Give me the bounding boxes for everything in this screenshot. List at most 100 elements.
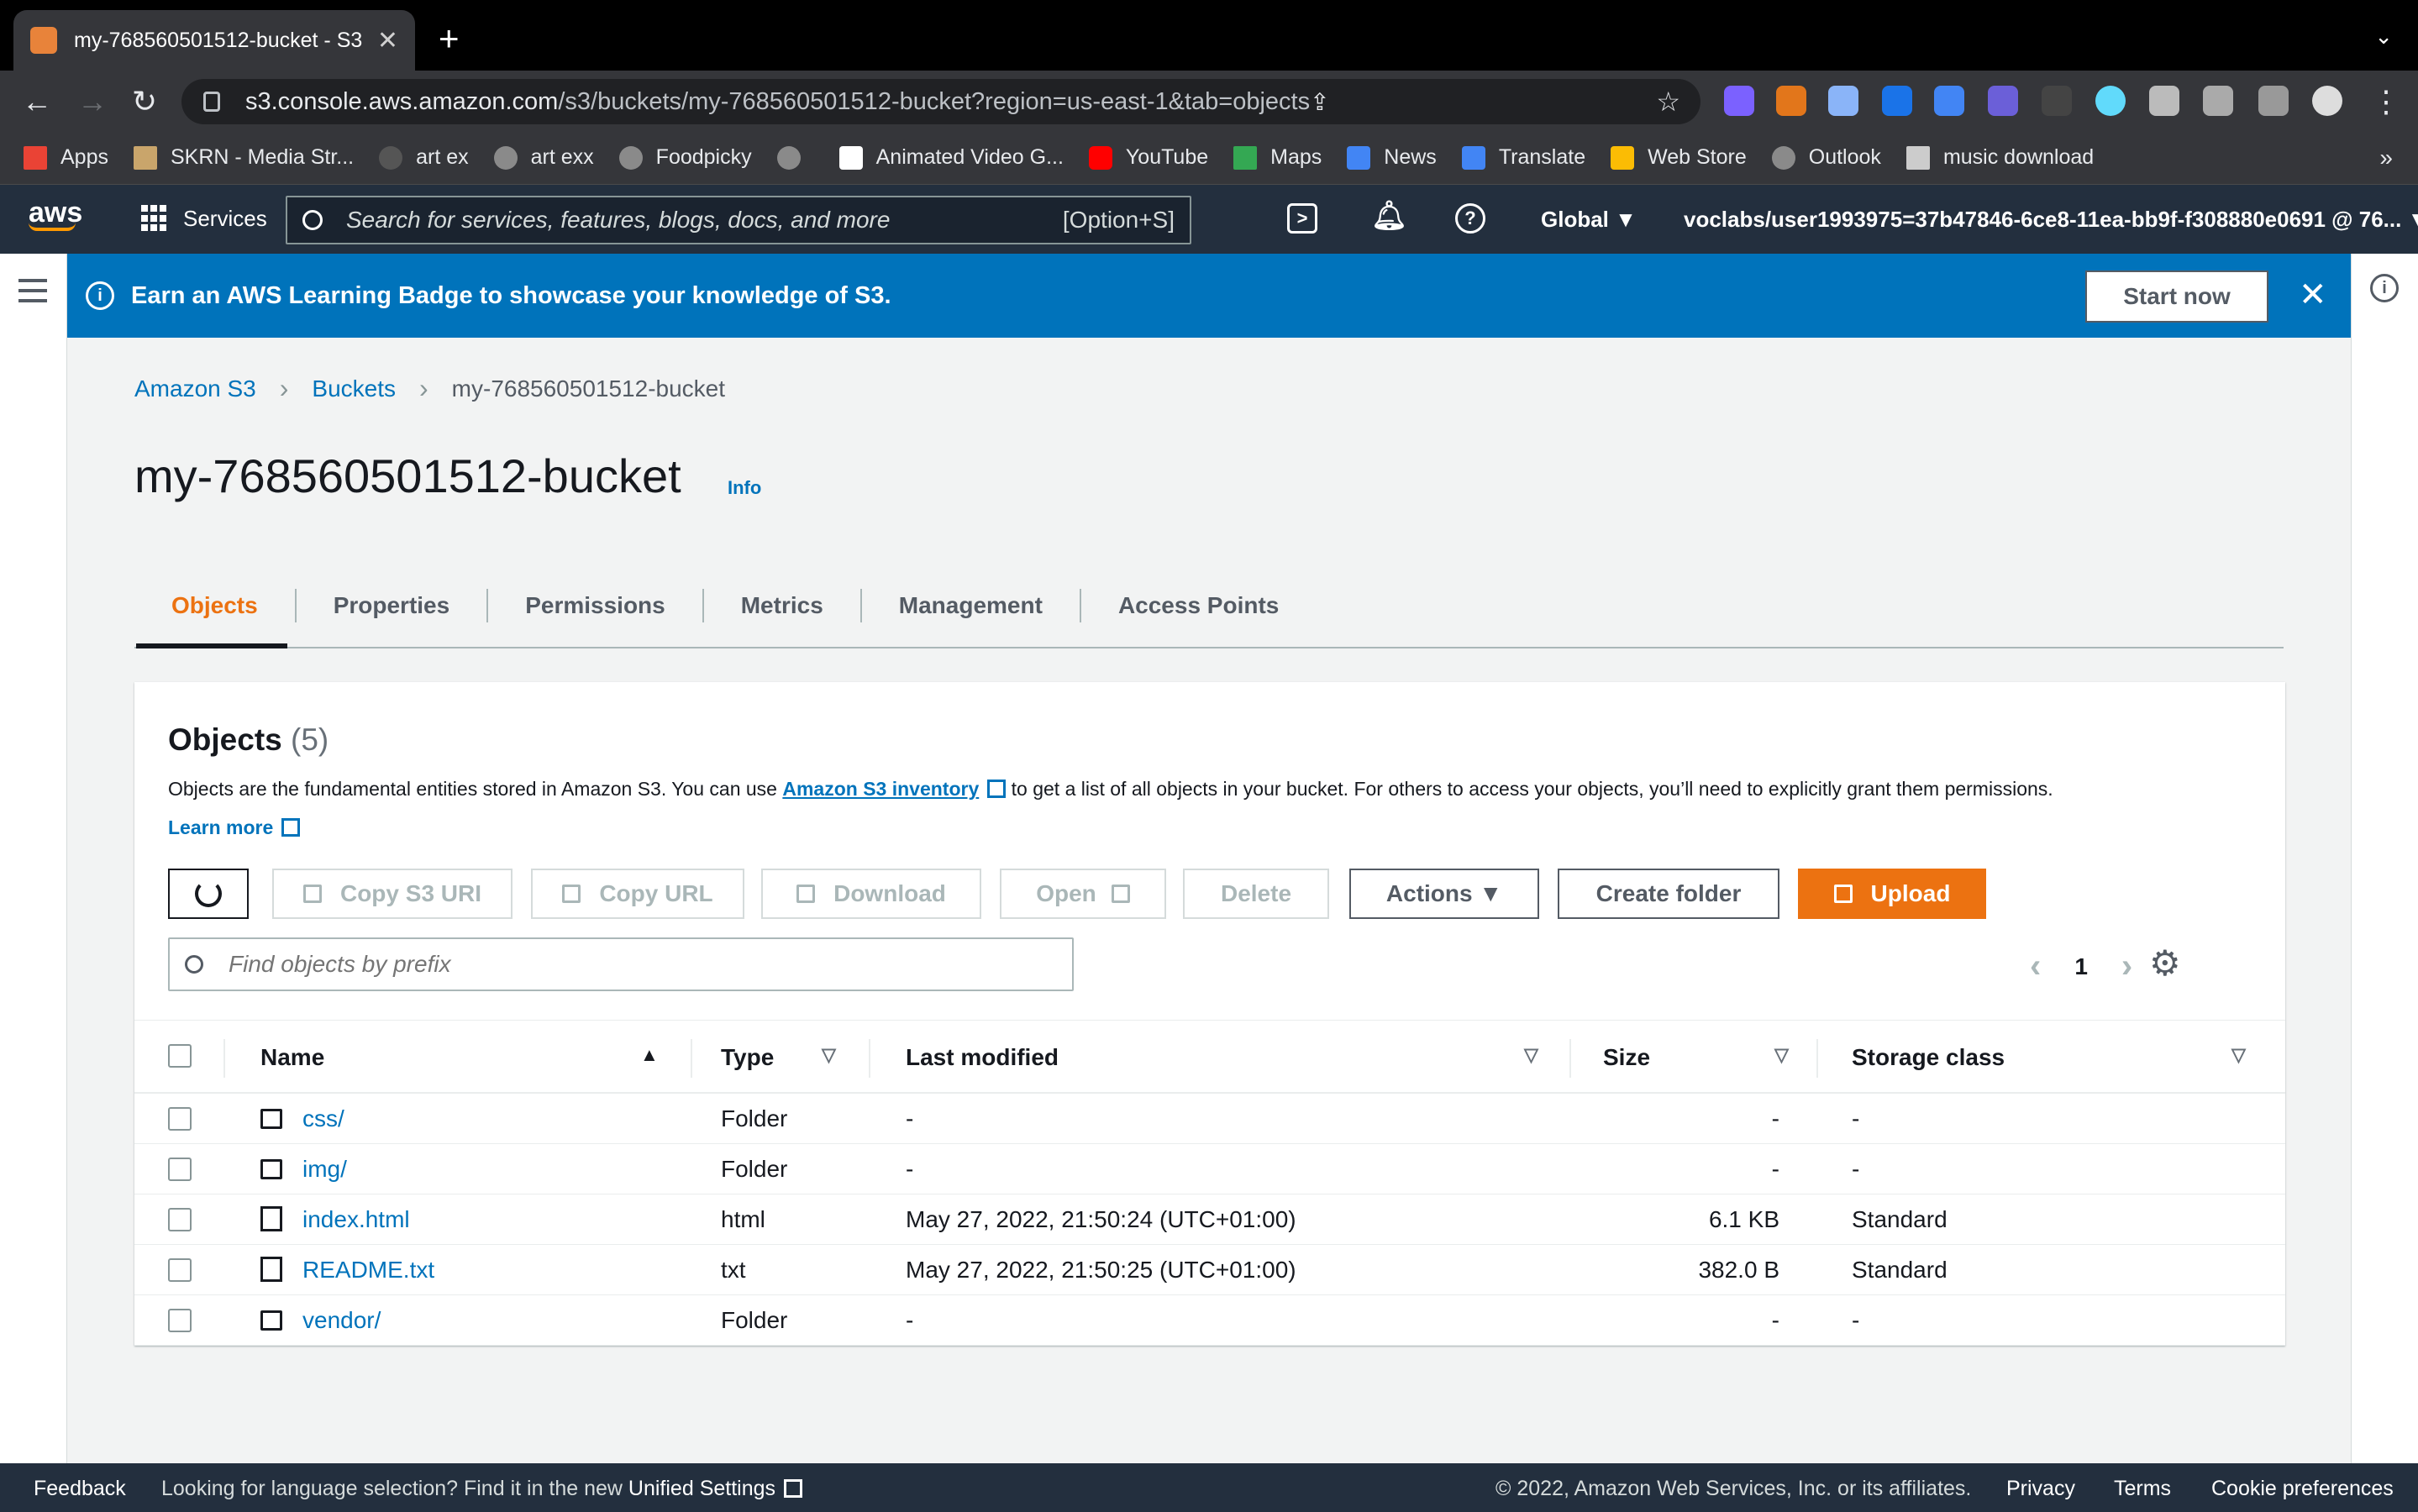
new-tab-icon[interactable]: + <box>439 18 460 59</box>
object-name-link[interactable]: img/ <box>302 1156 347 1183</box>
region-selector[interactable]: Global ▼ <box>1541 207 1637 233</box>
delete-button[interactable]: Delete <box>1183 869 1329 919</box>
bookmark-skrn[interactable]: SKRN - Media Str... <box>133 145 354 170</box>
actions-dropdown[interactable]: Actions ▼ <box>1349 869 1539 919</box>
tab-close-icon[interactable]: ✕ <box>377 26 398 55</box>
column-name[interactable]: Name <box>260 1044 324 1071</box>
terms-link[interactable]: Terms <box>2114 1477 2171 1501</box>
profile-avatar[interactable] <box>2312 86 2342 116</box>
media-control-icon[interactable] <box>2203 86 2233 116</box>
bookmark-globe[interactable] <box>776 145 814 170</box>
object-name-link[interactable]: vendor/ <box>302 1307 381 1334</box>
puzzle-extensions-icon[interactable] <box>2149 86 2179 116</box>
open-button[interactable]: Open <box>1000 869 1166 919</box>
cookie-preferences-link[interactable]: Cookie preferences <box>2211 1477 2394 1501</box>
select-all-checkbox[interactable] <box>168 1044 192 1068</box>
page-number[interactable]: 1 <box>2074 953 2088 980</box>
sort-icon[interactable]: ▽ <box>1774 1044 1789 1066</box>
extension-icon[interactable] <box>1724 86 1754 116</box>
sort-icon[interactable]: ▽ <box>2231 1044 2246 1066</box>
aws-logo[interactable]: aws <box>29 197 82 231</box>
bookmark-outlook[interactable]: Outlook <box>1771 145 1881 170</box>
bookmark-youtube[interactable]: YouTube <box>1088 145 1208 170</box>
notifications-bell-icon[interactable]: 🔔︎ <box>1371 202 1407 234</box>
reload-icon[interactable]: ↻ <box>128 84 161 119</box>
create-folder-button[interactable]: Create folder <box>1558 869 1779 919</box>
bookmark-music-download[interactable]: music download <box>1905 145 2094 170</box>
browser-menu-icon[interactable]: ⋮ <box>2369 84 2403 119</box>
aws-search-input[interactable]: Search for services, features, blogs, do… <box>286 196 1191 244</box>
sort-ascending-icon[interactable]: ▲ <box>640 1044 659 1066</box>
info-panel-icon[interactable]: i <box>2370 274 2399 302</box>
table-row[interactable]: index.html html May 27, 2022, 21:50:24 (… <box>134 1194 2285 1245</box>
pin-extension-icon[interactable] <box>1934 86 1964 116</box>
more-bookmarks-icon[interactable]: » <box>2379 144 2393 171</box>
find-objects-search[interactable] <box>168 937 1074 991</box>
row-checkbox[interactable] <box>168 1258 192 1282</box>
breadcrumb-amazon-s3[interactable]: Amazon S3 <box>134 375 256 402</box>
column-storage-class[interactable]: Storage class <box>1852 1044 2005 1071</box>
banner-close-icon[interactable]: ✕ <box>2299 276 2327 314</box>
column-last-modified[interactable]: Last modified <box>906 1044 1059 1071</box>
bookmark-news[interactable]: News <box>1347 145 1437 170</box>
upload-button[interactable]: Upload <box>1798 869 1986 919</box>
table-row[interactable]: img/ Folder - - - <box>134 1144 2285 1194</box>
shield-extension-icon[interactable] <box>1828 86 1858 116</box>
bookmark-art-ex[interactable]: art ex <box>379 145 469 170</box>
tab-metrics[interactable]: Metrics <box>704 589 862 622</box>
help-icon[interactable]: ? <box>1455 203 1485 234</box>
tab-access-points[interactable]: Access Points <box>1081 589 1316 622</box>
object-name-link[interactable]: css/ <box>302 1105 344 1132</box>
row-checkbox[interactable] <box>168 1107 192 1131</box>
gear-extension-icon[interactable] <box>2042 86 2072 116</box>
column-size[interactable]: Size <box>1603 1044 1650 1071</box>
address-bar[interactable]: s3.console.aws.amazon.com/s3/buckets/my-… <box>181 79 1700 124</box>
object-name-link[interactable]: index.html <box>302 1206 410 1233</box>
learn-more-link[interactable]: Learn more <box>168 816 301 839</box>
bookmark-translate[interactable]: Translate <box>1461 145 1585 170</box>
preferences-gear-icon[interactable]: ⚙︎ <box>2149 942 2181 984</box>
table-row[interactable]: README.txt txt May 27, 2022, 21:50:25 (U… <box>134 1245 2285 1295</box>
cloudshell-icon[interactable]: > <box>1287 203 1317 234</box>
forward-arrow-icon[interactable]: → <box>76 84 109 119</box>
row-checkbox[interactable] <box>168 1208 192 1231</box>
bookmark-art-exx[interactable]: art exx <box>493 145 594 170</box>
tab-objects[interactable]: Objects <box>134 589 297 622</box>
refresh-button[interactable] <box>168 869 249 919</box>
column-type[interactable]: Type <box>721 1044 774 1071</box>
back-arrow-icon[interactable]: ← <box>20 84 54 119</box>
find-objects-input[interactable] <box>229 951 985 978</box>
tab-search-chevron-icon[interactable]: ⌄ <box>2374 24 2393 50</box>
k-extension-icon[interactable] <box>1988 86 2018 116</box>
start-now-button[interactable]: Start now <box>2085 270 2268 323</box>
metamask-icon[interactable] <box>1776 86 1806 116</box>
services-menu[interactable]: Services <box>141 205 267 232</box>
bookmark-star-icon[interactable]: ☆ <box>1656 86 1680 118</box>
side-panel-icon[interactable] <box>2258 86 2289 116</box>
share-icon[interactable]: ⇪ <box>1310 88 1329 116</box>
tab-permissions[interactable]: Permissions <box>488 589 704 622</box>
browser-tab[interactable]: my-768560501512-bucket - S3 ✕ <box>13 10 415 71</box>
bookmark-maps[interactable]: Maps <box>1233 145 1322 170</box>
unified-settings-link[interactable]: Unified Settings <box>628 1477 775 1500</box>
row-checkbox[interactable] <box>168 1158 192 1181</box>
copy-s3-uri-button[interactable]: Copy S3 URI <box>272 869 513 919</box>
bookmark-web-store[interactable]: Web Store <box>1611 145 1747 170</box>
breadcrumb-buckets[interactable]: Buckets <box>312 375 396 402</box>
privacy-link[interactable]: Privacy <box>2006 1477 2075 1501</box>
tab-management[interactable]: Management <box>862 589 1081 622</box>
prev-page-icon[interactable]: ‹ <box>2030 948 2041 985</box>
hamburger-menu-icon[interactable] <box>18 279 47 309</box>
download-button[interactable]: Download <box>761 869 981 919</box>
bookmark-apps[interactable]: Apps <box>24 145 108 170</box>
react-devtools-icon[interactable] <box>2095 86 2126 116</box>
object-name-link[interactable]: README.txt <box>302 1257 434 1284</box>
row-checkbox[interactable] <box>168 1309 192 1332</box>
tab-properties[interactable]: Properties <box>297 589 489 622</box>
table-row[interactable]: css/ Folder - - - <box>134 1094 2285 1144</box>
feedback-link[interactable]: Feedback <box>34 1477 126 1501</box>
sort-icon[interactable]: ▽ <box>1524 1044 1538 1066</box>
bookmark-animated-video[interactable]: Animated Video G... <box>838 145 1064 170</box>
copy-url-button[interactable]: Copy URL <box>531 869 744 919</box>
account-menu[interactable]: voclabs/user1993975=37b47846-6ce8-11ea-b… <box>1684 207 2418 233</box>
